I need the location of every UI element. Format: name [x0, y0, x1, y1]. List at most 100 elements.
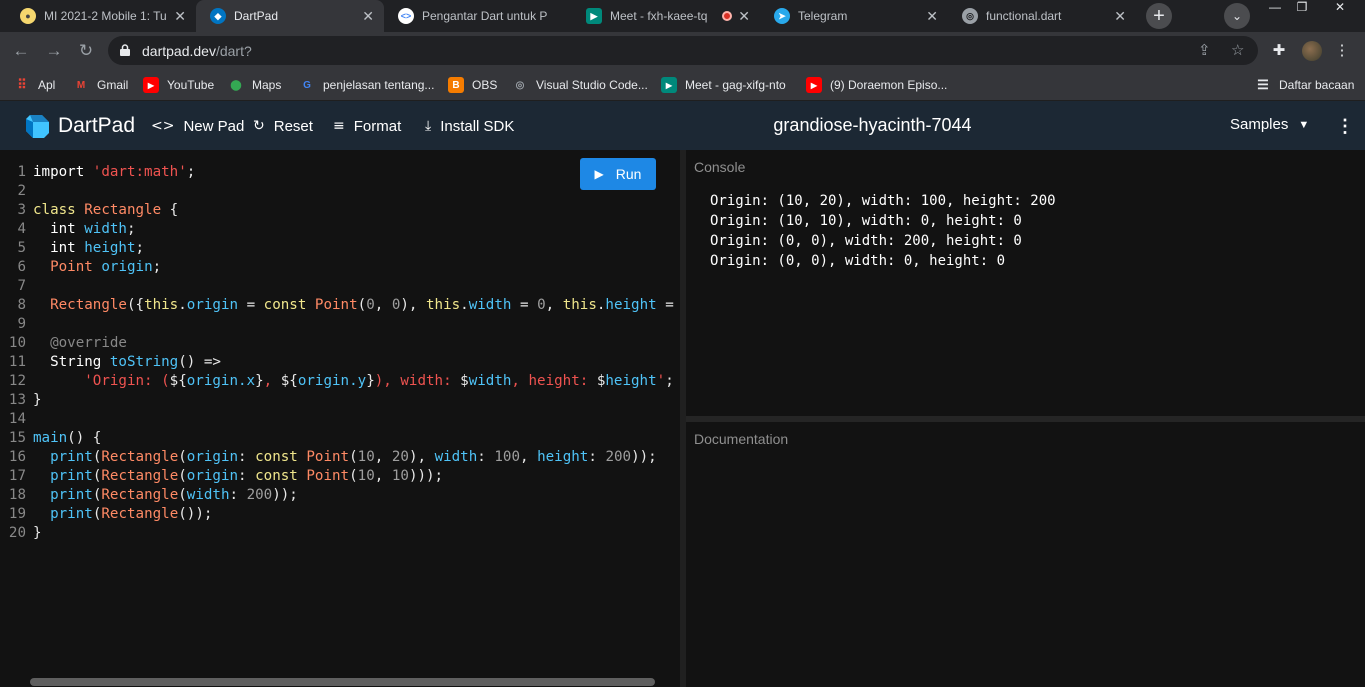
tab-moodle[interactable]: ● MI 2021-2 Mobile 1: Tu ✕	[6, 0, 196, 32]
tab-dartpad[interactable]: ◆ DartPad ✕	[196, 0, 384, 32]
bookmark-label: Gmail	[97, 78, 129, 92]
code-text: class Rectangle {	[33, 202, 179, 218]
code-line: 17 print(Rectangle(origin: const Point(1…	[0, 467, 680, 486]
code-line: 16 print(Rectangle(origin: const Point(1…	[0, 448, 680, 467]
line-number: 18	[8, 487, 26, 503]
line-number: 10	[8, 335, 26, 351]
code-text: print(Rectangle(origin: const Point(10, …	[50, 449, 657, 465]
line-number: 3	[17, 202, 26, 218]
blogger-icon: B	[448, 77, 464, 93]
close-icon[interactable]: ✕	[362, 8, 374, 25]
pad-name: grandiose-hyacinth-7044	[773, 115, 972, 135]
url-host: dartpad.dev	[142, 43, 216, 59]
samples-dropdown[interactable]: Samples ▼	[1230, 116, 1309, 133]
gmail-icon: M	[76, 79, 86, 91]
code-text: int height;	[50, 240, 145, 256]
new-tab-button[interactable]: +	[1146, 3, 1172, 29]
bookmark-vscode[interactable]: ◎ Visual Studio Code...	[512, 76, 648, 94]
bookmark-doraemon[interactable]: ▶ (9) Doraemon Episo...	[806, 76, 947, 94]
tab-search-button[interactable]: ⌄	[1224, 3, 1250, 29]
bookmark-youtube[interactable]: ▶ YouTube	[143, 76, 214, 94]
console-line: Origin: (0, 0), width: 200, height: 0	[710, 233, 1022, 249]
bookmark-star-icon[interactable]: ☆	[1231, 41, 1244, 59]
code-editor[interactable]: 1 import 'dart:math'; 2 3 class Rectangle …	[0, 150, 680, 687]
tab-meet[interactable]: ▶ Meet - fxh-kaee-tq ✕	[572, 0, 760, 32]
tab-functional-dart[interactable]: ◎ functional.dart ✕	[948, 0, 1136, 32]
tab-title: Meet - fxh-kaee-tq	[610, 9, 708, 23]
code-text: Point origin;	[50, 259, 162, 275]
code-text: @override	[50, 335, 127, 351]
close-icon[interactable]: ✕	[926, 8, 938, 25]
reload-icon[interactable]: ↻	[75, 40, 97, 62]
console-line: Origin: (10, 10), width: 0, height: 0	[710, 213, 1022, 229]
reading-list[interactable]: ☰ Daftar bacaan	[1255, 76, 1354, 94]
tab-title: MI 2021-2 Mobile 1: Tu	[44, 9, 167, 23]
back-icon[interactable]: ←	[10, 40, 32, 62]
line-number: 17	[8, 468, 26, 484]
horizontal-scrollbar[interactable]	[30, 678, 655, 686]
bookmark-label: Maps	[252, 78, 282, 92]
dart-icon: ◆	[210, 8, 226, 24]
line-number: 4	[17, 221, 26, 237]
code-line: 19 print(Rectangle());	[0, 505, 680, 524]
code-line: 18 print(Rectangle(width: 200));	[0, 486, 680, 505]
code-text: Rectangle({this.origin = const Point(0, …	[50, 297, 680, 313]
bookmark-google-search[interactable]: G penjelasan tentang...	[299, 76, 434, 94]
code-line: 15 main() {	[0, 429, 680, 448]
url-text[interactable]: dartpad.dev/dart?	[142, 43, 252, 59]
globe-icon: ◎	[515, 79, 525, 91]
code-text: print(Rectangle());	[50, 506, 213, 522]
dartpad-header: DartPad <> New Pad ↻ Reset ≡ Format ⤓ In…	[0, 101, 1365, 150]
telegram-icon: ➤	[774, 8, 790, 24]
bookmark-maps[interactable]: ⬤ Maps	[228, 76, 281, 94]
tab-pengantar-dart[interactable]: <> Pengantar Dart untuk P	[384, 0, 572, 32]
code-line: 11 String toString() =>	[0, 353, 680, 372]
line-number: 9	[17, 316, 26, 332]
lock-icon	[120, 44, 130, 56]
console-line: Origin: (10, 20), width: 100, height: 20…	[710, 193, 1056, 209]
documentation-title: Documentation	[694, 431, 789, 447]
avatar[interactable]	[1302, 41, 1322, 61]
code-line: 6 Point origin;	[0, 258, 680, 277]
bookmark-apps[interactable]: ⠿ Apl	[14, 76, 55, 94]
minimize-icon[interactable]: —	[1260, 0, 1290, 14]
reading-list-icon: ☰	[1257, 77, 1269, 92]
close-icon[interactable]: ✕	[1114, 8, 1126, 25]
browser-tab-strip: ● MI 2021-2 Mobile 1: Tu ✕ ◆ DartPad ✕ <…	[0, 0, 1365, 32]
run-label: Run	[615, 166, 642, 182]
documentation-panel: Documentation	[686, 422, 1365, 687]
close-window-icon[interactable]: ✕	[1325, 0, 1355, 14]
more-menu-icon[interactable]: ⋮	[1336, 114, 1354, 138]
restore-icon[interactable]: ❐	[1287, 0, 1317, 14]
code-line: 10 @override	[0, 334, 680, 353]
code-line: 7	[0, 277, 680, 296]
bookmark-label: Visual Studio Code...	[536, 78, 648, 92]
youtube-icon: ▶	[143, 77, 159, 93]
reading-list-label: Daftar bacaan	[1279, 78, 1355, 92]
meet-icon: ▶	[661, 77, 677, 93]
chrome-menu-icon[interactable]: ⋮	[1331, 40, 1353, 62]
line-number: 19	[8, 506, 26, 522]
forward-icon[interactable]: →	[43, 40, 65, 62]
code-text: main() {	[33, 430, 102, 446]
maps-pin-icon: ⬤	[230, 79, 242, 91]
code-line: 4 int width;	[0, 220, 680, 239]
bookmark-obs[interactable]: B OBS	[448, 76, 497, 94]
line-number: 14	[8, 411, 26, 427]
tab-title: Pengantar Dart untuk P	[422, 9, 548, 23]
run-button[interactable]: ▶ Run	[580, 158, 656, 190]
code-line: 12 'Origin: (${origin.x}, ${origin.y}), …	[0, 372, 680, 391]
bookmark-meet[interactable]: ▶ Meet - gag-xifg-nto	[661, 76, 786, 94]
extensions-icon[interactable]: ✚	[1268, 40, 1290, 62]
address-bar[interactable]: dartpad.dev/dart? ⇪ ☆	[108, 36, 1258, 65]
close-icon[interactable]: ✕	[738, 8, 750, 25]
code-text: }	[33, 525, 42, 541]
tab-telegram[interactable]: ➤ Telegram ✕	[760, 0, 948, 32]
share-icon[interactable]: ⇪	[1198, 41, 1211, 59]
close-icon[interactable]: ✕	[174, 8, 186, 25]
line-number: 11	[8, 354, 26, 370]
line-number: 5	[17, 240, 26, 256]
code-text: String toString() =>	[50, 354, 221, 370]
code-text: }	[33, 392, 42, 408]
bookmark-gmail[interactable]: M Gmail	[73, 76, 129, 94]
